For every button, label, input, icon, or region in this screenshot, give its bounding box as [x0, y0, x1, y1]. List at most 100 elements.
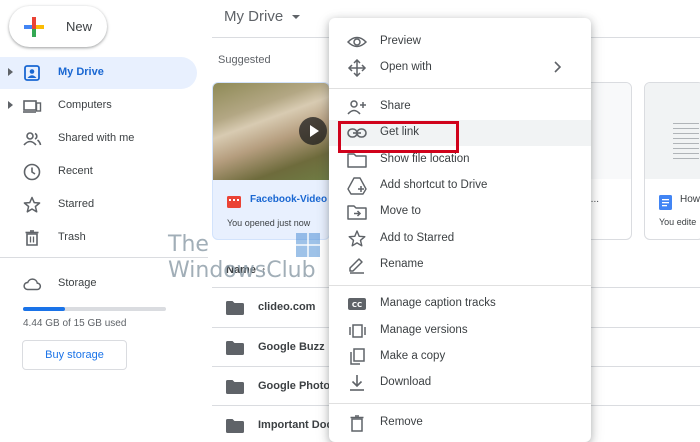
sidebar-item-starred[interactable]: Starred: [0, 189, 197, 221]
windows-logo-icon: [296, 233, 320, 257]
sidebar-item-label: Starred: [58, 198, 95, 210]
menu-item-open-with[interactable]: Open with: [329, 55, 591, 81]
chevron-down-icon[interactable]: [292, 15, 300, 19]
computers-icon: [22, 96, 42, 116]
download-icon: [347, 374, 367, 392]
move-arrows-icon: [347, 59, 367, 77]
star-icon: [22, 195, 42, 215]
menu-item-label: Add to Starred: [380, 232, 455, 244]
menu-item-label: Get link: [380, 126, 419, 138]
menu-item-label: Manage versions: [380, 324, 468, 336]
menu-item-label: Download: [380, 376, 432, 388]
menu-item-rename[interactable]: Rename: [329, 252, 591, 278]
play-icon[interactable]: [299, 117, 327, 145]
sidebar-item-label: Computers: [58, 99, 112, 111]
star-icon: [347, 230, 367, 248]
menu-item-label: Share: [380, 100, 411, 112]
sidebar-item-label: My Drive: [58, 66, 104, 78]
menu-item-label: Make a copy: [380, 350, 446, 362]
menu-item-label: Add shortcut to Drive: [380, 179, 488, 191]
card-activity: You edite: [659, 217, 697, 227]
my-drive-icon: [22, 63, 42, 83]
folder-icon: [226, 301, 244, 315]
card-file-name: Facebook-Video: [250, 194, 328, 205]
menu-item-add-shortcut[interactable]: Add shortcut to Drive: [329, 173, 591, 199]
docs-file-icon: [659, 195, 672, 210]
menu-item-label: Rename: [380, 258, 424, 270]
menu-item-share[interactable]: Share: [329, 94, 591, 120]
eye-icon: [347, 33, 367, 51]
menu-divider: [329, 285, 591, 286]
cloud-icon: [22, 274, 42, 294]
sidebar-item-computers[interactable]: Computers: [0, 90, 197, 122]
menu-item-label: Preview: [380, 35, 421, 47]
sidebar: New My Drive Computers Shared with me Re…: [0, 0, 208, 442]
menu-divider: [329, 403, 591, 404]
folder-icon: [226, 341, 244, 355]
storage-progress-bar: [23, 307, 166, 311]
page-title[interactable]: My Drive: [224, 8, 283, 25]
menu-item-make-a-copy[interactable]: Make a copy: [329, 344, 591, 370]
card-activity: You opened just now: [227, 218, 311, 228]
sidebar-item-recent[interactable]: Recent: [0, 156, 197, 188]
sidebar-item-shared-with-me[interactable]: Shared with me: [0, 123, 197, 155]
copy-icon: [347, 348, 367, 366]
menu-item-download[interactable]: Download: [329, 370, 591, 396]
file-name: Google Photos: [258, 380, 337, 392]
menu-item-label: Show file location: [380, 153, 470, 165]
file-name: Important Docu: [258, 419, 340, 431]
suggested-heading: Suggested: [218, 54, 271, 66]
trash-icon: [22, 228, 42, 248]
menu-item-manage-versions[interactable]: Manage versions: [329, 318, 591, 344]
add-person-icon: [347, 98, 367, 116]
pencil-icon: [347, 256, 367, 274]
trash-icon: [347, 414, 367, 432]
menu-item-manage-caption-tracks[interactable]: CC Manage caption tracks: [329, 291, 591, 317]
suggested-card[interactable]: How You edite: [644, 82, 700, 240]
folder-icon: [226, 380, 244, 394]
watermark-line: The: [168, 232, 209, 257]
expand-arrow-icon[interactable]: [8, 101, 13, 109]
menu-item-label: Move to: [380, 205, 421, 217]
sidebar-item-label: Shared with me: [58, 132, 135, 144]
sidebar-item-my-drive[interactable]: My Drive: [0, 57, 197, 89]
menu-item-add-to-starred[interactable]: Add to Starred: [329, 226, 591, 252]
menu-item-label: Open with: [380, 61, 432, 73]
card-thumbnail: [645, 83, 700, 179]
folder-icon: [347, 151, 367, 169]
context-menu: Preview Open with Share Get link Show fi…: [329, 18, 591, 442]
captions-icon: CC: [347, 295, 367, 313]
menu-item-preview[interactable]: Preview: [329, 29, 591, 55]
file-name: clideo.com: [258, 301, 316, 313]
new-button-label: New: [66, 19, 93, 34]
sidebar-item-label: Trash: [58, 231, 86, 243]
watermark-line: WindowsClub: [168, 258, 316, 283]
svg-text:CC: CC: [352, 301, 362, 309]
add-shortcut-icon: [347, 177, 367, 195]
shared-icon: [22, 129, 42, 149]
file-name: Google Buzz: [258, 341, 325, 353]
expand-arrow-icon[interactable]: [8, 68, 13, 76]
versions-icon: [347, 322, 367, 340]
menu-divider: [329, 88, 591, 89]
sidebar-item-label: Storage: [58, 277, 97, 289]
clock-icon: [22, 162, 42, 182]
storage-used-text: 4.44 GB of 15 GB used: [23, 318, 127, 329]
menu-item-show-file-location[interactable]: Show file location: [329, 147, 591, 173]
watermark: The WindowsClub: [168, 232, 328, 288]
buy-storage-button[interactable]: Buy storage: [22, 340, 127, 370]
storage-progress-fill: [23, 307, 66, 311]
menu-item-get-link[interactable]: Get link: [329, 120, 591, 146]
menu-item-remove[interactable]: Remove: [329, 410, 591, 436]
folder-icon: [226, 419, 244, 433]
plus-icon: [23, 16, 45, 38]
sidebar-item-label: Recent: [58, 165, 93, 177]
chevron-right-icon: [553, 61, 561, 73]
new-button[interactable]: New: [9, 6, 107, 47]
video-file-icon: [227, 195, 241, 209]
menu-item-move-to[interactable]: Move to: [329, 199, 591, 225]
move-to-icon: [347, 203, 367, 221]
menu-item-label: Manage caption tracks: [380, 297, 496, 309]
card-file-name: How: [680, 194, 700, 205]
suggested-card[interactable]: Facebook-Video You opened just now: [212, 82, 330, 240]
